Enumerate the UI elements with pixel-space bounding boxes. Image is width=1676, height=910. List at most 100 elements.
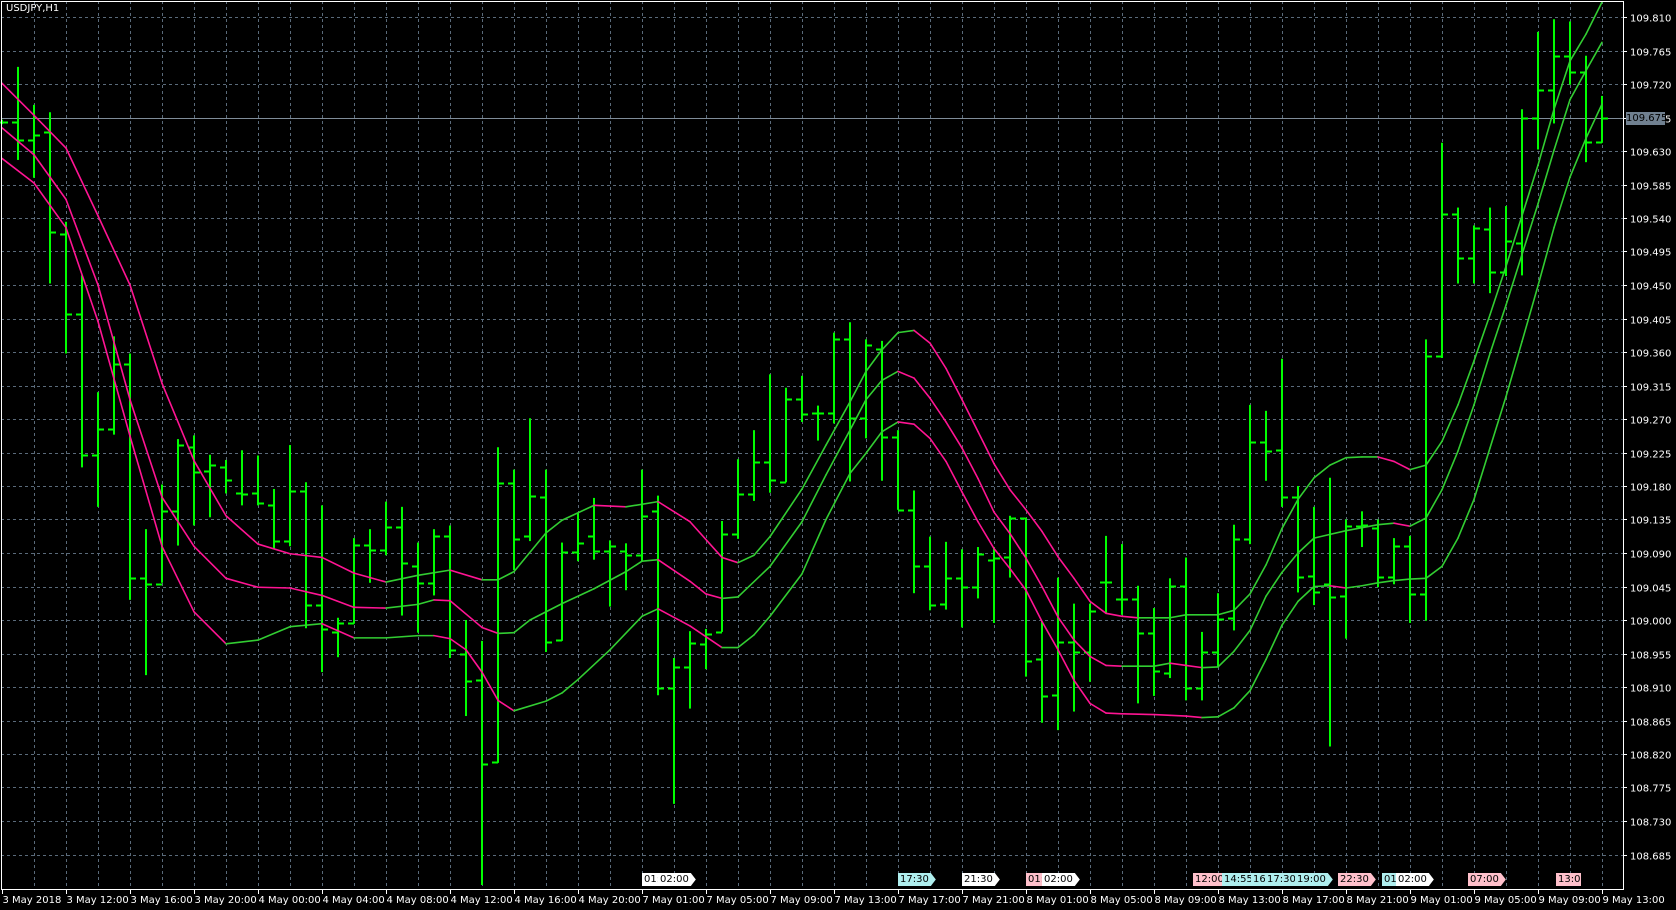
ohlc-bar xyxy=(732,459,744,539)
ma-segment xyxy=(1521,203,1539,256)
ma-segment xyxy=(1025,509,1043,533)
price-tick-label: 109.765 xyxy=(1630,48,1671,59)
ohlc-bar xyxy=(780,387,792,484)
ma-segment xyxy=(897,421,915,426)
event-marker[interactable]: 22:30 xyxy=(1338,873,1376,886)
ohlc-bar xyxy=(1468,225,1480,284)
ma-segment xyxy=(65,147,99,217)
event-marker[interactable]: 02:00 xyxy=(1396,873,1434,886)
price-tick-label: 109.000 xyxy=(1630,617,1671,628)
time-tick-label: 7 May 21:00 xyxy=(963,895,1025,906)
ma-segment xyxy=(769,573,803,618)
ma-segment xyxy=(753,535,771,557)
ma-segment xyxy=(1505,340,1523,398)
ohlc-bar xyxy=(972,547,984,599)
time-tick-label: 9 May 09:00 xyxy=(1539,895,1601,906)
ma-segment xyxy=(1425,488,1443,519)
ma-segment xyxy=(825,429,851,476)
price-tick-label: 108.955 xyxy=(1630,651,1671,662)
ma-segment xyxy=(193,545,227,580)
ohlc-bar xyxy=(1036,621,1048,723)
price-tick-label: 109.045 xyxy=(1630,584,1671,595)
ma-segment xyxy=(977,520,995,550)
ma-segment xyxy=(129,398,163,498)
ma-segment xyxy=(961,491,979,523)
ma-segment xyxy=(1281,552,1299,574)
price-tick-label: 108.820 xyxy=(1630,751,1671,762)
ohlc-bar xyxy=(924,536,936,611)
ohlc-bar xyxy=(636,469,648,562)
event-marker[interactable]: 02:00 xyxy=(1042,873,1080,886)
ma-segment xyxy=(465,648,483,673)
price-chart[interactable]: 109.810 109.765 109.720 109.675 109.630 109.5… xyxy=(0,0,1676,910)
ohlc-bar xyxy=(524,418,536,542)
ma-segment xyxy=(1361,581,1379,587)
event-marker[interactable]: 02:00 xyxy=(658,873,696,886)
ma-segment xyxy=(225,577,259,589)
price-tick-label: 109.630 xyxy=(1630,148,1671,159)
ma-segment xyxy=(1265,527,1283,566)
ohlc-bar xyxy=(1484,207,1496,294)
ma-segment xyxy=(641,608,659,618)
time-tick-label: 3 May 16:00 xyxy=(131,895,193,906)
ma-segment xyxy=(1249,658,1267,692)
event-marker[interactable]: 13:00 xyxy=(1556,873,1581,886)
ohlc-bar xyxy=(716,520,728,634)
ma-segment xyxy=(929,397,947,423)
event-marker[interactable]: 21:30 xyxy=(962,873,1000,886)
ma-segment xyxy=(1201,715,1219,719)
time-tick-label: 8 May 09:00 xyxy=(1155,895,1217,906)
price-tick-label: 109.810 xyxy=(1630,14,1671,25)
event-marker[interactable]: 19:00 xyxy=(1295,873,1333,886)
ma-segment xyxy=(1009,488,1027,511)
ma-segment xyxy=(1009,532,1027,560)
ma-segment xyxy=(1457,498,1475,539)
ma-segment xyxy=(1025,557,1043,588)
ma-segment xyxy=(945,367,963,401)
ma-segment xyxy=(1313,533,1331,539)
ma-segment xyxy=(353,606,387,609)
ohlc-bar xyxy=(1324,477,1336,747)
time-tick-label: 4 May 20:00 xyxy=(579,895,641,906)
chart-title: USDJPY,H1 xyxy=(6,3,60,14)
price-tick-label: 108.865 xyxy=(1630,718,1671,729)
ma-segment xyxy=(913,423,931,440)
time-tick-label: 7 May 05:00 xyxy=(707,895,769,906)
ohlc-bar xyxy=(684,631,696,709)
ma-segment xyxy=(193,611,227,645)
ma-segment xyxy=(1105,712,1123,715)
ma-segment xyxy=(1521,284,1539,343)
ohlc-bar xyxy=(652,495,664,696)
event-marker[interactable]: 17:30 xyxy=(898,873,936,886)
ma-segment xyxy=(1393,522,1411,528)
ohlc-bar xyxy=(556,542,568,642)
event-marker[interactable]: 07:00 xyxy=(1468,873,1506,886)
time-tick-label: 4 May 12:00 xyxy=(451,895,513,906)
ma-segment xyxy=(1457,404,1475,452)
ohlc-bar xyxy=(748,430,760,501)
ma-segment xyxy=(1297,477,1315,501)
ma-segment xyxy=(1057,555,1075,580)
ma-segment xyxy=(1185,715,1203,719)
ma-segment xyxy=(849,452,867,475)
ohlc-bar xyxy=(476,640,488,886)
current-price-badge: 109.675 xyxy=(1626,112,1668,125)
ma-segment xyxy=(1393,578,1411,582)
ma-segment xyxy=(1441,537,1459,568)
ma-segment xyxy=(1121,712,1155,716)
ma-segment xyxy=(897,329,915,334)
ma-segment xyxy=(825,472,851,521)
ma-segment xyxy=(1153,713,1171,717)
ohlc-bar xyxy=(668,657,680,804)
ma-segment xyxy=(1569,137,1587,178)
ma-segment xyxy=(721,556,739,564)
ma-segment xyxy=(1409,464,1427,471)
ma-segment xyxy=(1457,360,1475,406)
ma-segment xyxy=(1585,41,1603,72)
ma-segment xyxy=(881,370,899,382)
ohlc-bar xyxy=(252,455,264,506)
ohlc-bar xyxy=(1196,631,1208,701)
ohlc-bar xyxy=(1388,538,1400,585)
ohlc-bar xyxy=(956,549,968,628)
ma-segment xyxy=(1489,395,1507,449)
